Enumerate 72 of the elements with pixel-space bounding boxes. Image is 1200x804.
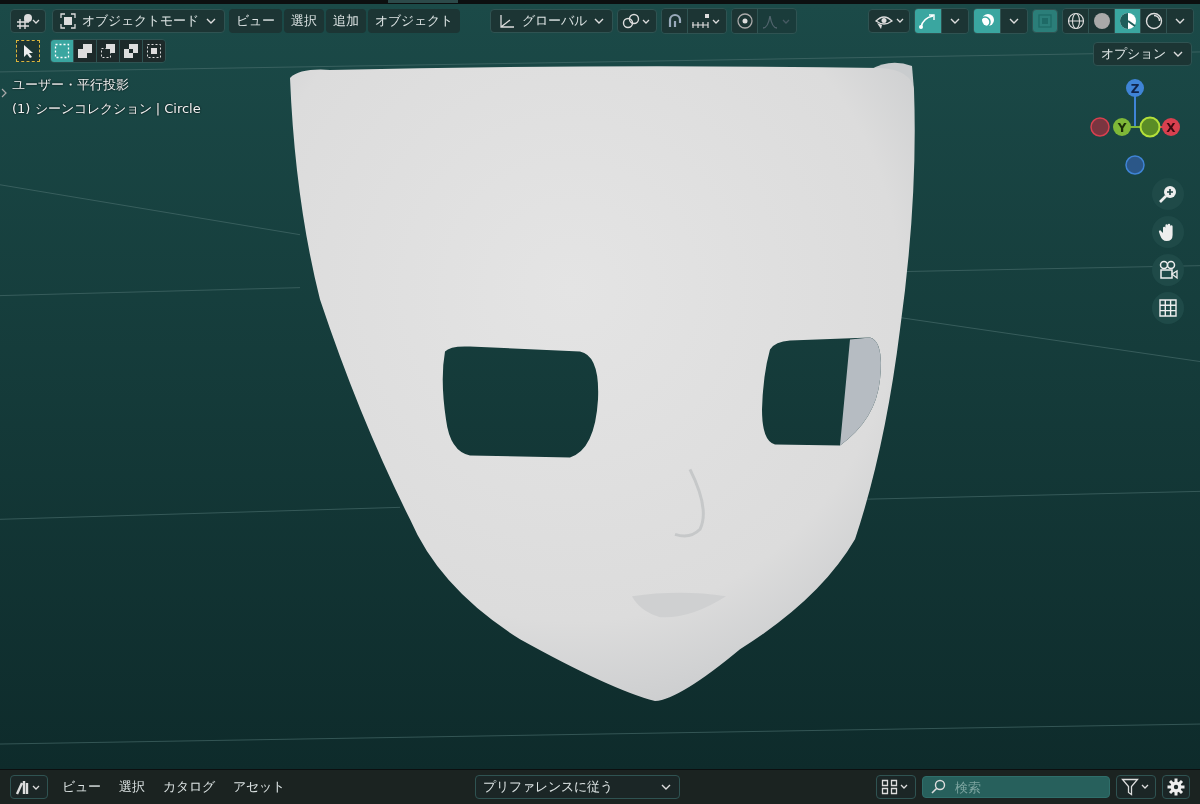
shading-mode-button[interactable] xyxy=(1063,9,1089,33)
chevron-icon xyxy=(1174,17,1186,25)
chevron-icon xyxy=(593,17,605,25)
settings-button[interactable] xyxy=(1162,775,1190,799)
arrow-curve-icon xyxy=(918,12,938,30)
chevron-icon xyxy=(1008,17,1020,25)
pivot-dropdown[interactable] xyxy=(617,9,657,33)
search-field[interactable]: 検索 xyxy=(922,776,1110,798)
linked-rings-icon xyxy=(622,13,652,29)
select-tool-button[interactable] xyxy=(16,40,40,62)
cursor-icon xyxy=(22,44,34,58)
snap-target-dropdown[interactable] xyxy=(688,9,726,33)
material-sphere-icon xyxy=(1118,12,1137,30)
proportional-editing-toggle[interactable] xyxy=(732,9,758,33)
menu-item[interactable]: ビュー xyxy=(54,775,109,799)
menu-item[interactable]: ビュー xyxy=(229,9,282,33)
intersect-squares-icon xyxy=(146,43,162,59)
select-mode-button[interactable] xyxy=(74,40,97,62)
select-mode-button[interactable] xyxy=(143,40,165,62)
movie-camera-icon xyxy=(1157,259,1179,281)
wireframe-sphere-icon xyxy=(1066,12,1085,30)
menu-item[interactable]: カタログ xyxy=(155,775,223,799)
filter-dropdown[interactable] xyxy=(1116,775,1156,799)
chevron-icon xyxy=(660,783,672,791)
axes-icon xyxy=(498,13,516,29)
view-name: ユーザー・平行投影 xyxy=(12,76,130,94)
editor-type-button[interactable] xyxy=(10,9,46,33)
grid-ball-icon xyxy=(15,13,41,29)
select-mode-button[interactable] xyxy=(97,40,120,62)
union-squares-icon xyxy=(77,43,93,59)
invert-squares-icon xyxy=(123,43,139,59)
shading-mode-button[interactable] xyxy=(1141,9,1167,33)
overlays-toggle[interactable] xyxy=(974,9,1001,33)
options-dropdown[interactable]: オプション xyxy=(1093,42,1192,66)
gizmo-toggle[interactable] xyxy=(915,9,942,33)
editor-type-button[interactable] xyxy=(10,775,48,799)
search-icon xyxy=(930,779,946,795)
magnifier-plus-icon xyxy=(1158,184,1178,204)
collection-info: (1) シーンコレクション | Circle xyxy=(12,100,201,118)
menu-item[interactable]: アセット xyxy=(225,775,293,799)
overlays-dropdown[interactable] xyxy=(1001,9,1027,33)
visibility-dropdown[interactable] xyxy=(868,9,910,33)
xray-toggle[interactable] xyxy=(1032,9,1058,33)
shading-dropdown[interactable] xyxy=(1167,9,1193,33)
select-mode-button[interactable] xyxy=(120,40,143,62)
gizmo-dropdown[interactable] xyxy=(942,9,968,33)
orientation-dropdown[interactable]: グローバル xyxy=(490,9,613,33)
chevron-right-icon[interactable] xyxy=(1,88,7,98)
shading-mode-button[interactable] xyxy=(1115,9,1141,33)
snap-toggle[interactable] xyxy=(662,9,688,33)
menu-item[interactable]: 追加 xyxy=(326,9,366,33)
shading-mode-button[interactable] xyxy=(1089,9,1115,33)
target-circle-icon xyxy=(735,12,754,30)
menu-item[interactable]: 選択 xyxy=(111,775,153,799)
import-method-dropdown[interactable]: プリファレンスに従う xyxy=(475,775,680,799)
funnel-icon xyxy=(1121,778,1151,796)
subtract-squares-icon xyxy=(100,43,116,59)
display-mode-dropdown[interactable] xyxy=(876,775,916,799)
menu-item[interactable]: オブジェクト xyxy=(368,9,460,33)
chevron-icon xyxy=(205,17,217,25)
chevron-icon xyxy=(949,17,961,25)
menu-item[interactable]: 選択 xyxy=(284,9,324,33)
object-mode-icon xyxy=(60,13,76,29)
dashed-square-icon xyxy=(54,43,70,59)
grid-icon xyxy=(1158,298,1178,318)
settings-icon xyxy=(1167,778,1185,796)
rendered-sphere-icon xyxy=(1144,12,1163,30)
select-mode-button[interactable] xyxy=(51,40,74,62)
chevron-icon xyxy=(1172,50,1184,58)
axis-gizmo[interactable]: Z Y X xyxy=(1086,76,1186,176)
mode-dropdown[interactable]: オブジェクトモード xyxy=(52,9,225,33)
solid-sphere-icon xyxy=(1092,12,1111,30)
